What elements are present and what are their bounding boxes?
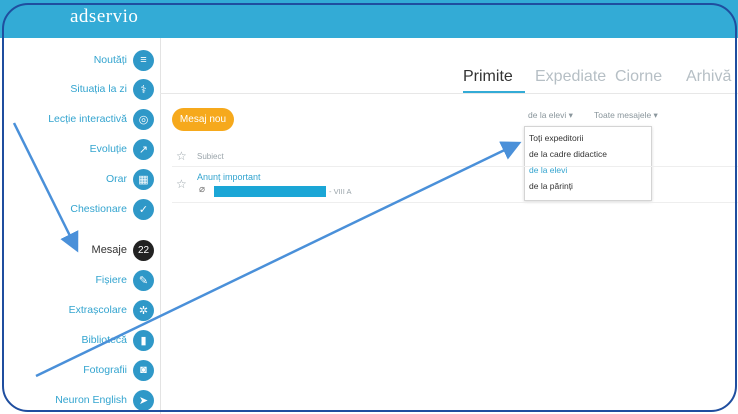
sidebar-item-label: Bibliotecă — [81, 334, 127, 346]
tabs-divider — [160, 93, 738, 94]
subject-column-header: Subiect — [197, 152, 224, 161]
sidebar-item-neuron-english[interactable]: Neuron English ➤ — [55, 389, 154, 411]
sidebar-item-orar[interactable]: Orar ▦ — [106, 168, 154, 190]
tab-primite[interactable]: Primite — [463, 68, 513, 86]
tab-expediate[interactable]: Expediate — [535, 68, 606, 86]
lesson-icon: ◎ — [133, 108, 154, 130]
star-icon[interactable]: ☆ — [176, 177, 187, 191]
sidebar-item-label: Chestionare — [70, 203, 127, 215]
redacted-sender-bar — [214, 186, 326, 197]
sidebar-item-label: Neuron English — [55, 394, 127, 406]
sidebar-item-mesaje[interactable]: Mesaje 22 — [92, 239, 154, 261]
paper-plane-icon: ➤ — [133, 389, 154, 411]
sidebar-item-extrascolare[interactable]: Extrașcolare ✲ — [69, 299, 154, 321]
sender-filter-dropdown[interactable]: de la elevi ▾ — [528, 110, 573, 121]
sidebar-item-label: Evoluție — [89, 143, 127, 155]
sidebar-item-lectie[interactable]: Lecție interactivă ◎ — [48, 108, 154, 130]
table-header — [172, 148, 738, 167]
sidebar-item-label: Lecție interactivă — [48, 113, 127, 125]
sidebar-item-label: Fotografii — [83, 364, 127, 376]
check-icon: ✓ — [133, 198, 154, 220]
sidebar-item-label: Mesaje — [91, 244, 127, 256]
sidebar-item-noutati[interactable]: Noutăți ≡ — [94, 49, 154, 71]
sidebar-item-label: Fișiere — [95, 274, 127, 286]
status-filter-dropdown[interactable]: Toate mesajele ▾ — [594, 110, 658, 121]
tab-arhiva[interactable]: Arhivă — [686, 68, 731, 86]
chart-line-icon: ↗ — [133, 138, 154, 160]
message-class: - VIII A — [329, 187, 352, 196]
top-bar: adservio — [0, 0, 738, 38]
message-subject[interactable]: Anunț important — [197, 172, 261, 182]
sidebar-item-biblioteca[interactable]: Bibliotecă ▮ — [81, 329, 154, 351]
extracurricular-icon: ✲ — [133, 299, 154, 321]
calendar-icon: ▦ — [133, 168, 154, 190]
sidebar: Noutăți ≡ Situația la zi ⚕ Lecție intera… — [0, 38, 161, 414]
new-message-button[interactable]: Mesaj nou — [172, 108, 234, 131]
book-icon: ▮ — [133, 329, 154, 351]
sidebar-item-fotografii[interactable]: Fotografii ◙ — [83, 359, 154, 381]
menu-item-all-senders[interactable]: Toți expeditorii — [529, 133, 583, 143]
select-all-star-icon[interactable]: ☆ — [176, 149, 187, 163]
sidebar-item-evolutie[interactable]: Evoluție ↗ — [90, 138, 154, 160]
sidebar-item-chestionare[interactable]: Chestionare ✓ — [70, 198, 154, 220]
photo-icon: ◙ — [133, 359, 154, 381]
sidebar-item-fisiere[interactable]: Fișiere ✎ — [95, 269, 154, 291]
tab-ciorne[interactable]: Ciorne — [615, 68, 662, 86]
sidebar-item-label: Situația la zi — [70, 83, 127, 95]
sidebar-item-label: Orar — [106, 173, 127, 185]
sidebar-item-situatia[interactable]: Situația la zi ⚕ — [70, 78, 154, 100]
attachment-icon: ⌀ — [199, 184, 206, 195]
stethoscope-icon: ⚕ — [133, 78, 154, 100]
sidebar-item-label: Noutăți — [93, 54, 127, 66]
unread-count-badge: 22 — [133, 239, 154, 261]
app-logo: adservio — [70, 6, 139, 27]
news-icon: ≡ — [133, 49, 154, 71]
paperclip-icon: ✎ — [133, 269, 154, 291]
sidebar-item-label: Extrașcolare — [68, 304, 127, 316]
